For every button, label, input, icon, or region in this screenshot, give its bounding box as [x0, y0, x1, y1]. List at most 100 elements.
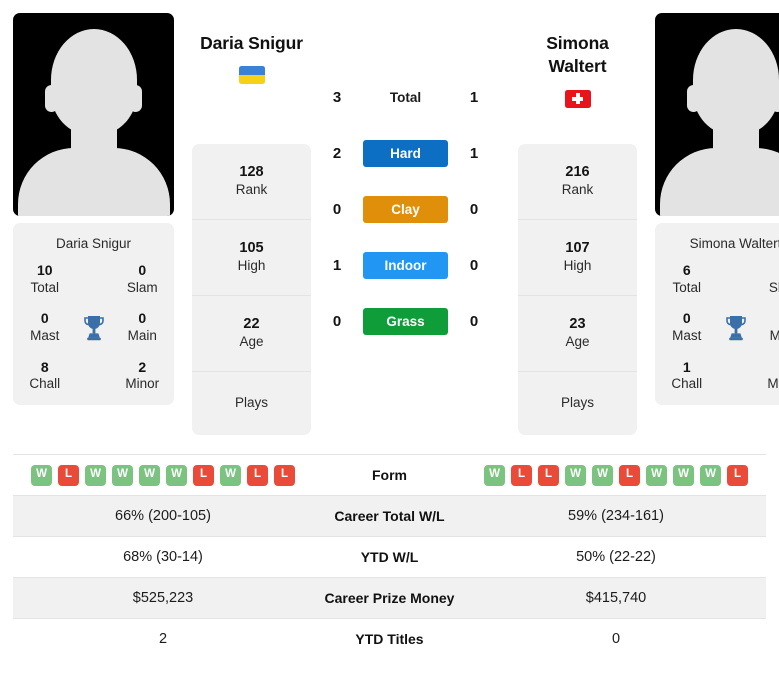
surface-total-left-score: 3 — [332, 88, 342, 106]
left-age-label: Age — [239, 334, 264, 350]
left-player-photo[interactable] — [13, 13, 174, 216]
surface-hard-right-score: 1 — [469, 144, 479, 162]
right-titles-total: 6 Total — [661, 262, 713, 296]
form-win-badge[interactable]: W — [166, 464, 187, 486]
surface-hard-label-cell: Hard — [363, 139, 448, 167]
right-titles-chall-value: 1 — [682, 358, 691, 375]
form-win-badge[interactable]: W — [139, 464, 160, 486]
surface-hard-badge[interactable]: Hard — [363, 139, 448, 167]
right-player-name-block: Simona Waltert — [518, 13, 637, 144]
right-titles-minor-label: Minor — [767, 376, 779, 392]
right-rank-cell: 216 Rank — [518, 144, 637, 220]
form-loss-badge[interactable]: L — [193, 464, 214, 486]
form-row-label: Form — [313, 454, 466, 496]
left-titles-minor-label: Minor — [125, 376, 160, 392]
form-win-badge[interactable]: W — [673, 464, 694, 486]
left-titles-slam: 0 Slam — [117, 262, 169, 296]
left-age-cell: 22 Age — [192, 296, 311, 372]
right-player-name-line1[interactable]: Simona — [518, 32, 637, 55]
avatar-placeholder-icon — [129, 85, 142, 112]
form-win-badge[interactable]: W — [220, 464, 241, 486]
prize-money-right-value: $415,740 — [466, 577, 766, 619]
left-player-name[interactable]: Daria Snigur — [192, 32, 311, 55]
comparison-table-area: WLWWWWLWLL Form WLLWWLWWWL 66% (200-105)… — [0, 454, 779, 660]
surface-clay-badge[interactable]: Clay — [363, 195, 448, 223]
right-player-column: Simona Waltert 6 Total 0 Slam 0 Mast — [655, 13, 779, 406]
right-player-rank-card: 216 Rank 107 High 23 Age Plays — [518, 144, 637, 435]
surface-indoor-left-score: 1 — [332, 256, 342, 274]
surface-grass-badge[interactable]: Grass — [363, 307, 448, 335]
surface-clay-left-score: 0 — [332, 200, 342, 218]
career-wl-left-value: 66% (200-105) — [13, 495, 313, 537]
right-trophy-icon — [713, 314, 759, 342]
head-to-head-page: Daria Snigur 10 Total 0 Slam 0 Mast 0 Ma… — [0, 0, 779, 699]
left-titles-minor-value: 2 — [138, 358, 147, 375]
right-titles-chall: 1 Chall — [661, 359, 713, 393]
form-win-badge[interactable]: W — [565, 464, 586, 486]
left-player-photo-caption: Daria Snigur — [55, 236, 132, 251]
right-titles-main: 0 Main — [759, 310, 779, 344]
left-titles-chall: 8 Chall — [19, 359, 71, 393]
surface-total-label-cell: Total — [363, 90, 448, 105]
right-titles-mast-value: 0 — [682, 310, 691, 327]
left-player-name-block: Daria Snigur — [192, 13, 311, 144]
left-titles-total-value: 10 — [36, 262, 53, 278]
ytd-wl-right-value: 50% (22-22) — [466, 536, 766, 578]
right-high-value: 107 — [565, 240, 590, 257]
form-win-badge[interactable]: W — [112, 464, 133, 486]
avatar-placeholder-icon — [50, 29, 137, 135]
form-win-badge[interactable]: W — [484, 464, 505, 486]
right-player-titles-grid: 6 Total 0 Slam 0 Mast — [661, 262, 779, 393]
left-plays-cell: Plays — [192, 372, 311, 435]
form-loss-badge[interactable]: L — [619, 464, 640, 486]
player-comparison-header: Daria Snigur 10 Total 0 Slam 0 Mast 0 Ma… — [0, 0, 779, 435]
right-titles-minor-value: 5 — [759, 359, 779, 377]
surface-total-right-score: 1 — [469, 88, 479, 106]
surface-row-hard: 2 Hard 1 — [311, 125, 500, 181]
surface-indoor-right-score: 0 — [469, 256, 479, 274]
right-titles-main-value: 0 — [759, 310, 779, 328]
left-titles-main: 0 Main — [117, 310, 169, 344]
surface-indoor-badge[interactable]: Indoor — [363, 251, 448, 279]
form-loss-badge[interactable]: L — [727, 464, 748, 486]
form-win-badge[interactable]: W — [31, 464, 52, 486]
right-player-photo[interactable] — [655, 13, 779, 216]
avatar-placeholder-icon — [687, 85, 700, 112]
right-plays-cell: Plays — [518, 372, 637, 435]
surface-grass-label-cell: Grass — [363, 307, 448, 335]
ytd-titles-label: YTD Titles — [313, 618, 466, 660]
surface-grass-right-score: 0 — [469, 312, 479, 330]
right-player-photo-caption: Simona Waltert — [689, 236, 779, 251]
right-player-name-line2[interactable]: Waltert — [518, 55, 637, 78]
surface-indoor-label-cell: Indoor — [363, 251, 448, 279]
left-titles-slam-value: 0 — [138, 262, 147, 278]
surface-breakdown: 3 Total 1 2 Hard 1 0 Clay 0 1 Indoor 0 0… — [311, 13, 500, 349]
form-win-badge[interactable]: W — [85, 464, 106, 486]
right-plays-label: Plays — [560, 395, 594, 411]
form-win-badge[interactable]: W — [592, 464, 613, 486]
right-rank-value: 216 — [565, 164, 590, 181]
left-titles-slam-label: Slam — [126, 279, 158, 295]
right-form-strip: WLLWWLWWWL — [474, 464, 758, 486]
form-loss-badge[interactable]: L — [58, 464, 79, 486]
left-titles-chall-value: 8 — [40, 358, 49, 375]
form-loss-badge[interactable]: L — [511, 464, 532, 486]
ytd-wl-label: YTD W/L — [313, 536, 466, 578]
left-rank-label: Rank — [235, 182, 268, 198]
avatar-placeholder-icon — [17, 148, 170, 216]
switzerland-flag-icon — [564, 89, 591, 108]
avatar-placeholder-icon — [659, 148, 779, 216]
form-loss-badge[interactable]: L — [538, 464, 559, 486]
form-loss-badge[interactable]: L — [247, 464, 268, 486]
form-left-cell: WLWWWWLWLL — [13, 454, 313, 496]
left-player-column: Daria Snigur 10 Total 0 Slam 0 Mast 0 Ma… — [13, 13, 174, 406]
form-win-badge[interactable]: W — [700, 464, 721, 486]
form-win-badge[interactable]: W — [646, 464, 667, 486]
right-player-ranks-column: Simona Waltert 216 Rank 107 High 23 Age — [518, 13, 637, 435]
left-player-rank-card: 128 Rank 105 High 22 Age Plays — [192, 144, 311, 435]
form-loss-badge[interactable]: L — [274, 464, 295, 486]
ytd-titles-right-value: 0 — [466, 618, 766, 660]
surface-grass-left-score: 0 — [332, 312, 342, 330]
table-row-career-wl: 66% (200-105) Career Total W/L 59% (234-… — [13, 495, 766, 537]
avatar-placeholder-icon — [692, 29, 779, 135]
